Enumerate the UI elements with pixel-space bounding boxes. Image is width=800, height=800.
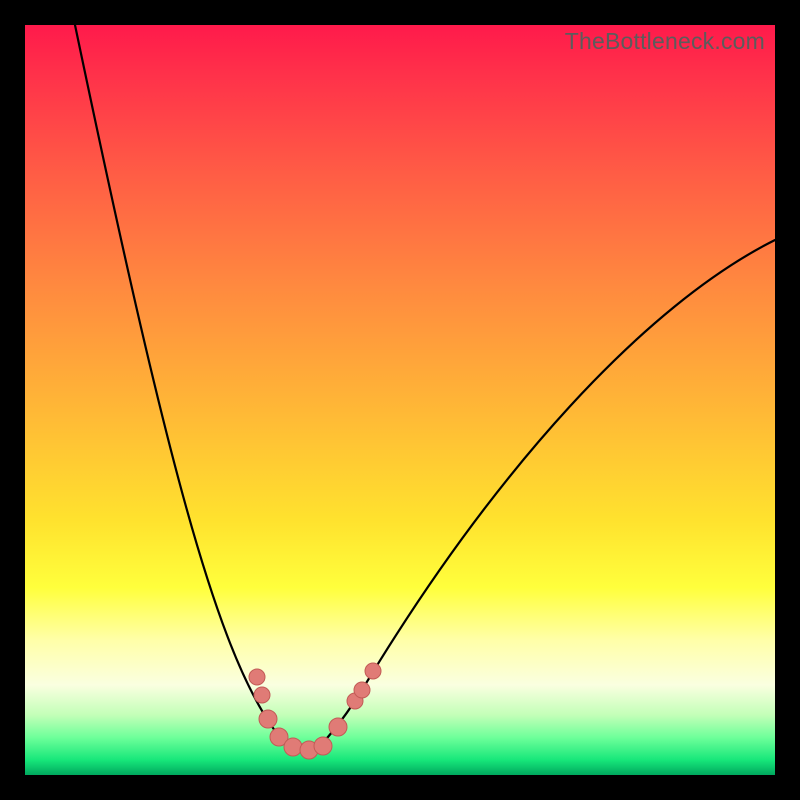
data-marker — [249, 669, 265, 685]
data-marker — [329, 718, 347, 736]
marker-layer — [25, 25, 775, 775]
data-marker — [354, 682, 370, 698]
chart-plot-area: TheBottleneck.com — [25, 25, 775, 775]
data-marker — [365, 663, 381, 679]
data-marker — [254, 687, 270, 703]
data-marker — [284, 738, 302, 756]
data-marker — [314, 737, 332, 755]
data-marker — [259, 710, 277, 728]
